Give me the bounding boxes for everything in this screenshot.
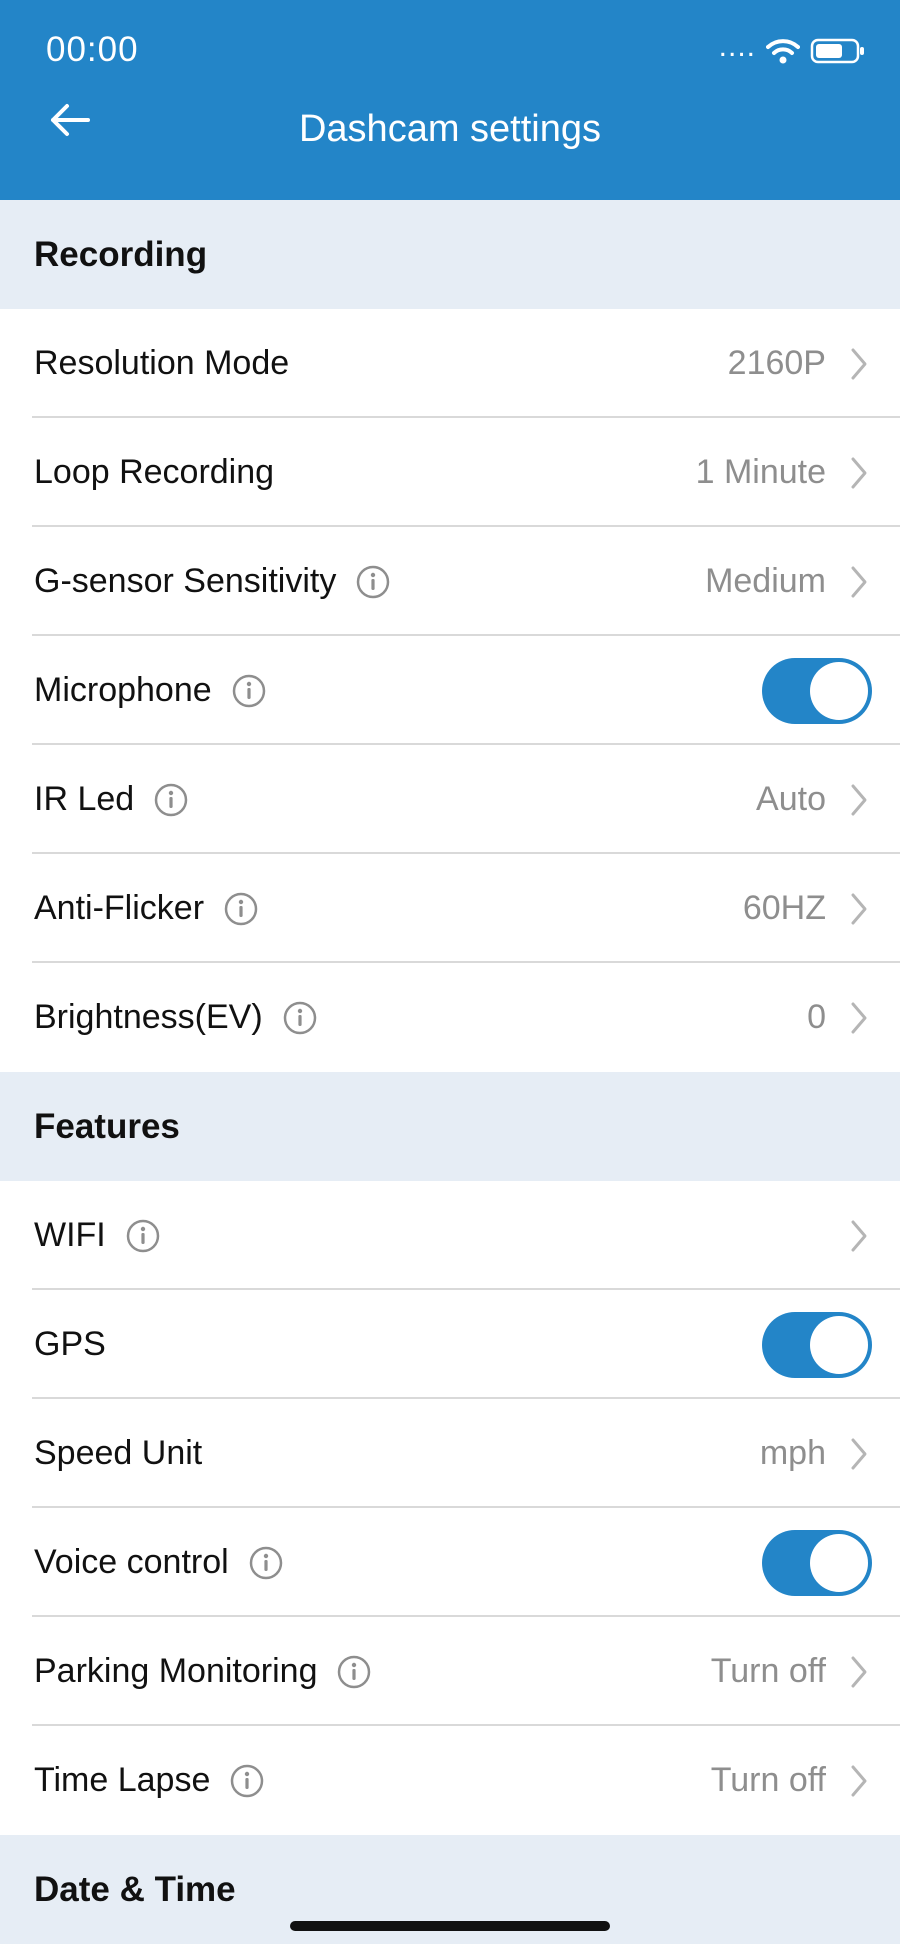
setting-row-voice-control[interactable]: Voice control xyxy=(0,1508,900,1617)
section-header-recording: Recording xyxy=(0,200,900,309)
info-icon[interactable] xyxy=(124,1217,162,1255)
wifi-icon xyxy=(766,37,800,70)
setting-control: Auto xyxy=(756,745,870,854)
toggle-knob xyxy=(810,1315,868,1374)
status-icons: .... xyxy=(718,30,866,70)
toggle-switch[interactable] xyxy=(762,1311,872,1378)
info-icon[interactable] xyxy=(354,563,392,601)
info-icon[interactable] xyxy=(335,1653,373,1691)
chevron-right-icon xyxy=(848,999,870,1037)
setting-control: mph xyxy=(760,1399,870,1508)
setting-control xyxy=(762,636,872,745)
setting-label: Voice control xyxy=(34,1543,229,1581)
setting-row-wifi[interactable]: WIFI xyxy=(0,1181,900,1290)
setting-control: 60HZ xyxy=(743,854,870,963)
setting-label: GPS xyxy=(34,1325,106,1363)
setting-value: Auto xyxy=(756,780,826,818)
setting-control: 0 xyxy=(807,963,870,1072)
toggle-knob xyxy=(810,661,868,720)
app-header: 00:00 .... Dashcam settings xyxy=(0,0,900,200)
setting-value: Medium xyxy=(705,562,826,600)
chevron-right-icon xyxy=(848,345,870,383)
setting-label: Time Lapse xyxy=(34,1761,211,1799)
setting-row-parking-monitoring[interactable]: Parking Monitoring Turn off xyxy=(0,1617,900,1726)
info-icon[interactable] xyxy=(230,672,268,710)
setting-control: 2160P xyxy=(728,309,870,418)
setting-row-speed-unit[interactable]: Speed Unit mph xyxy=(0,1399,900,1508)
setting-label: Brightness(EV) xyxy=(34,998,263,1036)
setting-row-g-sensor-sensitivity[interactable]: G-sensor Sensitivity Medium xyxy=(0,527,900,636)
setting-control: Medium xyxy=(705,527,870,636)
battery-icon xyxy=(810,37,866,70)
setting-row-loop-recording[interactable]: Loop Recording 1 Minute xyxy=(0,418,900,527)
home-indicator xyxy=(290,1921,610,1931)
setting-control xyxy=(848,1181,870,1290)
setting-control: Turn off xyxy=(711,1726,870,1835)
setting-label: IR Led xyxy=(34,780,135,818)
status-time: 00:00 xyxy=(46,30,139,69)
setting-value: 1 Minute xyxy=(695,453,826,491)
setting-label: Microphone xyxy=(34,671,212,709)
setting-label: WIFI xyxy=(34,1216,106,1254)
setting-label: Parking Monitoring xyxy=(34,1652,318,1690)
setting-label: Loop Recording xyxy=(34,453,275,491)
setting-label: Anti-Flicker xyxy=(34,889,205,927)
setting-value: 0 xyxy=(807,998,826,1036)
setting-label: Speed Unit xyxy=(34,1434,203,1472)
chevron-right-icon xyxy=(848,1653,870,1691)
setting-value: Turn off xyxy=(710,1652,826,1690)
info-icon[interactable] xyxy=(152,781,190,819)
setting-row-gps[interactable]: GPS xyxy=(0,1290,900,1399)
setting-row-time-lapse[interactable]: Time Lapse Turn off xyxy=(0,1726,900,1835)
settings-list: Recording Resolution Mode 2160P Loop Record… xyxy=(0,200,900,1944)
setting-control: Turn off xyxy=(711,1617,870,1726)
info-icon[interactable] xyxy=(247,1544,285,1582)
toggle-switch[interactable] xyxy=(762,1529,872,1596)
signal-indicator: .... xyxy=(718,30,756,63)
setting-row-ir-led[interactable]: IR Led Auto xyxy=(0,745,900,854)
setting-row-anti-flicker[interactable]: Anti-Flicker 60HZ xyxy=(0,854,900,963)
setting-control xyxy=(762,1290,872,1399)
section-header-features: Features xyxy=(0,1072,900,1181)
setting-value: 60HZ xyxy=(742,889,826,927)
setting-label: G-sensor Sensitivity xyxy=(34,562,337,600)
setting-control: 1 Minute xyxy=(696,418,870,527)
info-icon[interactable] xyxy=(281,999,319,1037)
setting-value: 2160P xyxy=(727,344,826,382)
chevron-right-icon xyxy=(848,890,870,928)
page-title: Dashcam settings xyxy=(298,108,601,150)
setting-value: mph xyxy=(759,1434,826,1472)
setting-control xyxy=(762,1508,872,1617)
setting-row-resolution-mode[interactable]: Resolution Mode 2160P xyxy=(0,309,900,418)
chevron-right-icon xyxy=(848,563,870,601)
toggle-knob xyxy=(810,1533,868,1592)
setting-label: Resolution Mode xyxy=(34,344,290,382)
chevron-right-icon xyxy=(848,1217,870,1255)
chevron-right-icon xyxy=(848,454,870,492)
setting-value: Turn off xyxy=(710,1761,826,1799)
chevron-right-icon xyxy=(848,1762,870,1800)
toggle-switch[interactable] xyxy=(762,657,872,724)
info-icon[interactable] xyxy=(228,1762,266,1800)
setting-row-brightness-ev[interactable]: Brightness(EV) 0 xyxy=(0,963,900,1072)
info-icon[interactable] xyxy=(222,890,260,928)
setting-row-microphone[interactable]: Microphone xyxy=(0,636,900,745)
chevron-right-icon xyxy=(848,1435,870,1473)
chevron-right-icon xyxy=(848,781,870,819)
